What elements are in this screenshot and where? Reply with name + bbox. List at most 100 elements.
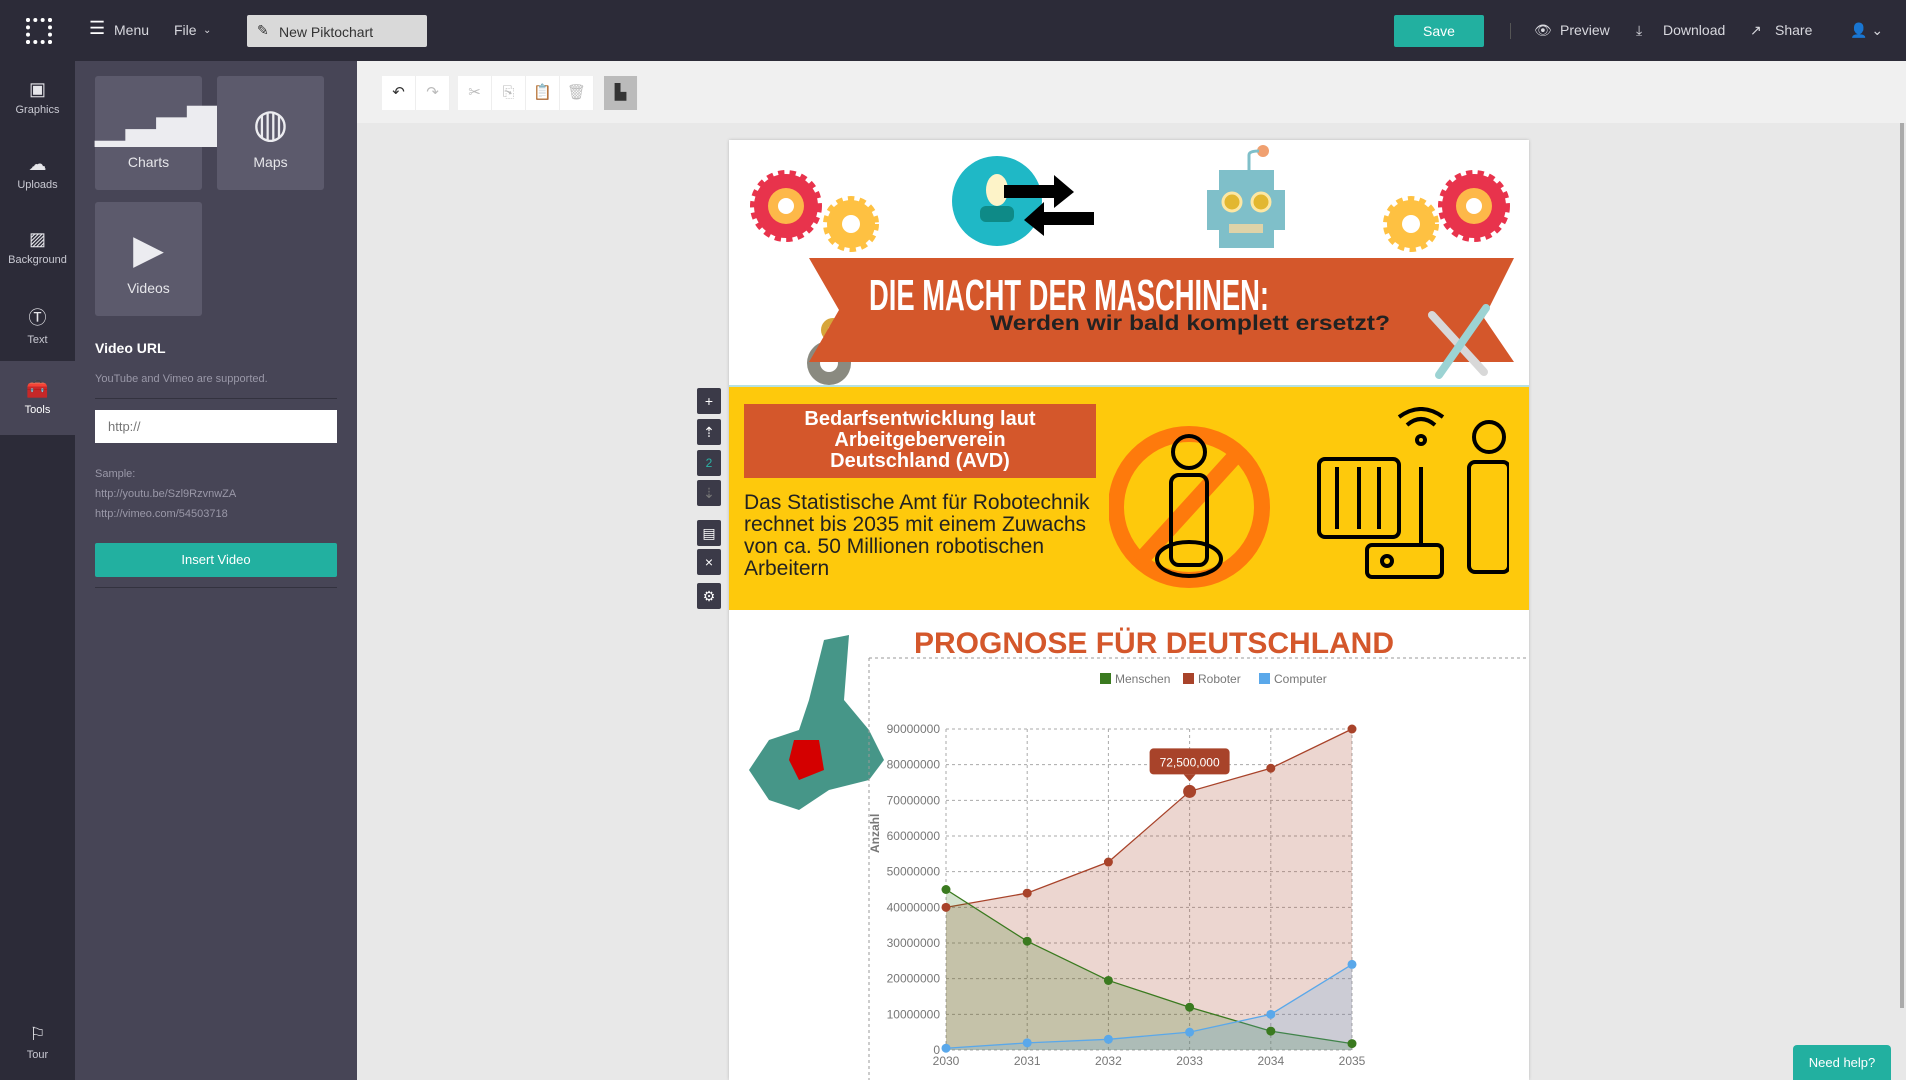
file-menu[interactable]: File [174, 22, 197, 38]
data-point [1103, 975, 1113, 985]
y-axis-label: Anzahl [868, 814, 882, 853]
infographic-subtitle: Werden wir bald komplett ersetzt? [990, 312, 1390, 335]
block-settings-button[interactable]: ⚙ [697, 583, 721, 609]
no-person-icon [1109, 426, 1270, 588]
need-help-button[interactable]: Need help? [1793, 1045, 1891, 1080]
video-url-input[interactable] [95, 410, 337, 443]
download-icon: ⤓ [1636, 22, 1643, 38]
redo-button[interactable]: ↷ [416, 76, 450, 110]
cloud-upload-icon: ☁ [28, 154, 47, 174]
data-point [1266, 1009, 1276, 1019]
menu-button[interactable]: Menu [114, 22, 149, 38]
x-tick-label: 2034 [1257, 1054, 1284, 1068]
block-number: 2 [697, 450, 721, 476]
move-block-down-button[interactable]: ⇣ [697, 480, 721, 506]
legend-swatch [1100, 673, 1111, 684]
paste-button[interactable]: 📋 [526, 76, 560, 110]
data-point [1266, 1026, 1276, 1036]
illustration [1109, 407, 1509, 588]
legend-label: Computer [1274, 672, 1327, 686]
europe-map [749, 635, 884, 810]
gear-icon [1383, 196, 1439, 252]
infographic-canvas[interactable]: DIE MACHT DER MASCHINEN: Werden wir bald… [729, 140, 1529, 1080]
gear-icon [823, 196, 879, 252]
yellow-block[interactable]: Bedarfsentwicklung laut Arbeitgeberverei… [729, 385, 1529, 610]
data-point [1347, 959, 1357, 969]
menu-icon[interactable]: ☰ [89, 18, 105, 39]
x-tick-label: 2035 [1339, 1054, 1366, 1068]
sidebar-item-graphics[interactable]: ▣ Graphics [0, 61, 75, 135]
data-point [1103, 857, 1113, 867]
sidebar-item-text[interactable]: Ⓣ Text [0, 286, 75, 360]
sidebar-item-uploads[interactable]: ☁ Uploads [0, 136, 75, 210]
tour-button[interactable]: ⚐ Tour [0, 1006, 75, 1080]
video-note: YouTube and Vimeo are supported. [95, 373, 268, 385]
hatch-icon: ▨ [28, 229, 46, 249]
gear-icon [1438, 170, 1510, 242]
preview-button[interactable]: Preview [1560, 22, 1610, 38]
scrollbar[interactable] [1900, 123, 1904, 1008]
delete-button[interactable]: 🗑 [560, 76, 594, 110]
cut-button[interactable]: ✂ [458, 76, 492, 110]
move-block-up-button[interactable]: ⇡ [697, 419, 721, 445]
share-icon: ↗ [1750, 22, 1762, 38]
y-tick-label: 40000000 [887, 900, 941, 914]
sample-label: Sample: [95, 468, 136, 480]
user-menu-icon[interactable]: 👤 ⌄ [1850, 22, 1883, 39]
videos-tile[interactable]: ▶ Videos [95, 202, 202, 316]
data-point [1103, 1034, 1113, 1044]
align-button[interactable]: ▙ [604, 76, 638, 110]
tools-panel: ▁▃▅▇ Charts ◍ Maps ▶ Videos Video URL YouTu… [75, 61, 357, 1080]
sample-link-youtube: http://youtu.be/Szl9RzvnwZA [95, 488, 237, 500]
x-tick-label: 2031 [1014, 1054, 1041, 1068]
x-tick-label: 2030 [933, 1054, 960, 1068]
piktochart-logo[interactable] [26, 18, 52, 44]
data-point [1266, 763, 1276, 773]
edit-toolbar: ↶ ↷ ✂ ⎘ 📋 🗑 ▙ [357, 61, 1906, 123]
data-point [1185, 1002, 1195, 1012]
undo-button[interactable]: ↶ [382, 76, 416, 110]
sample-link-vimeo: http://vimeo.com/54503718 [95, 508, 228, 520]
y-tick-label: 20000000 [887, 972, 941, 986]
y-tick-label: 70000000 [887, 793, 941, 807]
insert-video-button[interactable]: Insert Video [95, 543, 337, 577]
legend-swatch [1259, 673, 1270, 684]
data-point [941, 885, 951, 894]
share-button[interactable]: Share [1775, 22, 1812, 38]
toolbox-icon: 🧰 [26, 379, 49, 399]
data-point [941, 902, 951, 912]
y-tick-label: 90000000 [887, 722, 941, 736]
y-tick-label: 50000000 [887, 865, 941, 879]
sidebar-item-background[interactable]: ▨ Background [0, 211, 75, 285]
info-box-title: Bedarfsentwicklung laut Arbeitgeberverei… [744, 404, 1096, 478]
pencil-icon: ✎ [257, 22, 269, 38]
legend-swatch [1183, 673, 1194, 684]
info-body: Das Statistische Amt für Robotechnik rec… [744, 491, 1090, 580]
legend-label: Roboter [1198, 672, 1241, 686]
y-tick-label: 80000000 [887, 758, 941, 772]
gear-icon [750, 170, 822, 242]
save-button[interactable]: Save [1394, 15, 1484, 47]
header-block[interactable]: DIE MACHT DER MASCHINEN: Werden wir bald… [729, 140, 1529, 385]
copy-button[interactable]: ⎘ [492, 76, 526, 110]
add-block-button[interactable]: + [697, 388, 721, 414]
bar-chart-icon: ▁▃▅▇ [95, 102, 219, 146]
tooltip-text: 72,500,000 [1160, 755, 1220, 769]
y-tick-label: 60000000 [887, 829, 941, 843]
delete-block-button[interactable]: × [697, 549, 721, 575]
chart-block[interactable]: Menschen Roboter Computer Anzahl 010000000… [729, 610, 1529, 1080]
top-bar: ☰ Menu File ⌄ ✎ New Piktochart Save 👁 Pre… [0, 0, 1906, 61]
divider [95, 587, 337, 588]
charts-tile[interactable]: ▁▃▅▇ Charts [95, 76, 219, 190]
sidebar-item-tools[interactable]: 🧰 Tools [0, 361, 75, 435]
text-icon: Ⓣ [28, 308, 47, 328]
signpost-icon: ⚐ [29, 1024, 46, 1044]
duplicate-block-button[interactable]: ▤ [697, 520, 721, 546]
maps-tile[interactable]: ◍ Maps [217, 76, 324, 190]
data-point [1185, 1027, 1195, 1037]
x-tick-label: 2033 [1176, 1054, 1203, 1068]
document-title[interactable]: ✎ New Piktochart [247, 15, 427, 47]
divider [1510, 23, 1511, 39]
person-avatar-icon [952, 156, 1042, 246]
download-button[interactable]: Download [1663, 22, 1725, 38]
